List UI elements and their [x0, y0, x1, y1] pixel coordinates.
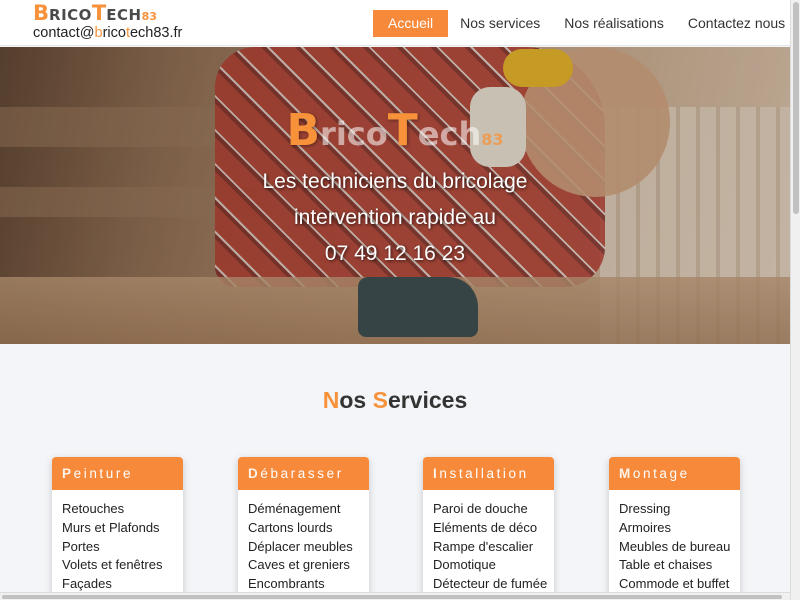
card-header[interactable]: Installation: [423, 457, 554, 490]
brand-block[interactable]: BRICOTECH83 contact@bricotech83.fr: [33, 1, 182, 42]
email-part: ech83.fr: [129, 25, 183, 41]
title-part: S: [372, 387, 388, 413]
title-part: ervices: [387, 387, 468, 413]
hero-logo-part: rico: [320, 115, 388, 153]
service-card-debarasser: Débarasser Déménagement Cartons lourds D…: [238, 457, 369, 600]
hero-logo-part: ech: [417, 115, 482, 153]
card-initial: M: [619, 466, 633, 481]
list-item: Armoires: [619, 519, 672, 535]
list-item: Portes: [62, 538, 100, 554]
list-item: Eléments de déco: [433, 519, 538, 535]
card-initial: P: [62, 466, 74, 481]
card-title-rest: ébarasser: [260, 466, 344, 481]
hero-banner: BricoTech83 Les techniciens du bricolage…: [0, 47, 790, 344]
list-item: Cartons lourds: [248, 519, 333, 535]
service-card-peinture: Peinture Retouches Murs et Plafonds Port…: [52, 457, 183, 600]
hero-logo-part: T: [387, 105, 418, 156]
logo-text-rico: RICO: [49, 6, 92, 24]
horizontal-scrollbar[interactable]: [0, 592, 790, 600]
list-item: Domotique: [433, 557, 496, 573]
hero-logo-part: 83: [481, 130, 504, 149]
hero-tagline: Les techniciens du bricolage: [262, 170, 528, 193]
title-part: os: [339, 387, 373, 413]
card-list: Paroi de douche Eléments de déco Rampe d…: [423, 490, 554, 594]
card-title-rest: einture: [73, 466, 134, 481]
list-item: Retouches: [62, 501, 125, 516]
list-item: Murs et Plafonds: [62, 519, 160, 535]
service-card-montage: Montage Dressing Armoires Meubles de bur…: [609, 457, 740, 600]
main-nav: Accueil Nos services Nos réalisations Co…: [373, 10, 797, 37]
site-logo[interactable]: BRICOTECH83: [33, 1, 182, 25]
list-item: Dressing: [619, 501, 671, 516]
nav-realisations[interactable]: Nos réalisations: [552, 10, 676, 37]
email-part: b: [94, 25, 103, 41]
card-list: Dressing Armoires Meubles de bureau Tabl…: [609, 490, 740, 594]
logo-letter-b: B: [33, 1, 50, 25]
card-initial: D: [248, 466, 261, 481]
hero-logo: BricoTech83: [0, 105, 790, 156]
nav-services[interactable]: Nos services: [448, 10, 552, 37]
card-title-rest: ontage: [632, 466, 690, 481]
card-list: Déménagement Cartons lourds Déplacer meu…: [238, 490, 369, 594]
card-header[interactable]: Montage: [609, 457, 740, 490]
logo-text-ech: ECH: [106, 6, 142, 24]
nav-contact[interactable]: Contactez nous: [676, 10, 797, 37]
nav-accueil[interactable]: Accueil: [373, 10, 449, 37]
list-item: Rampe d'escalier: [433, 538, 534, 554]
list-item: Meubles de bureau: [619, 538, 731, 554]
contact-email[interactable]: contact@bricotech83.fr: [33, 25, 182, 41]
email-part: rico: [102, 25, 126, 41]
title-part: N: [322, 387, 340, 413]
horizontal-scroll-thumb[interactable]: [2, 595, 782, 599]
hero-subline: intervention rapide au: [294, 206, 496, 229]
hero-phone[interactable]: 07 49 12 16 23: [0, 242, 790, 266]
list-item: Paroi de douche: [433, 501, 528, 516]
list-item: Volets et fenêtres: [62, 557, 163, 573]
list-item: Table et chaises: [619, 557, 713, 573]
hero-logo-part: B: [286, 105, 321, 156]
logo-number: 83: [141, 10, 157, 23]
list-item: Caves et greniers: [248, 557, 350, 573]
list-item: Déplacer meubles: [248, 538, 353, 554]
email-part: contact@: [33, 25, 95, 41]
vertical-scroll-thumb[interactable]: [793, 2, 799, 214]
card-header[interactable]: Peinture: [52, 457, 183, 490]
card-title-rest: nstallation: [439, 466, 529, 481]
card-header[interactable]: Débarasser: [238, 457, 369, 490]
services-title: Nos Services: [0, 387, 790, 414]
logo-letter-t: T: [91, 1, 107, 25]
vertical-scrollbar[interactable]: [790, 0, 800, 600]
card-list: Retouches Murs et Plafonds Portes Volets…: [52, 490, 183, 594]
site-header: BRICOTECH83 contact@bricotech83.fr Accue…: [0, 0, 790, 46]
service-card-installation: Installation Paroi de douche Eléments de…: [423, 457, 554, 600]
list-item: Déménagement: [248, 501, 341, 516]
hero-overlay: [0, 47, 790, 344]
